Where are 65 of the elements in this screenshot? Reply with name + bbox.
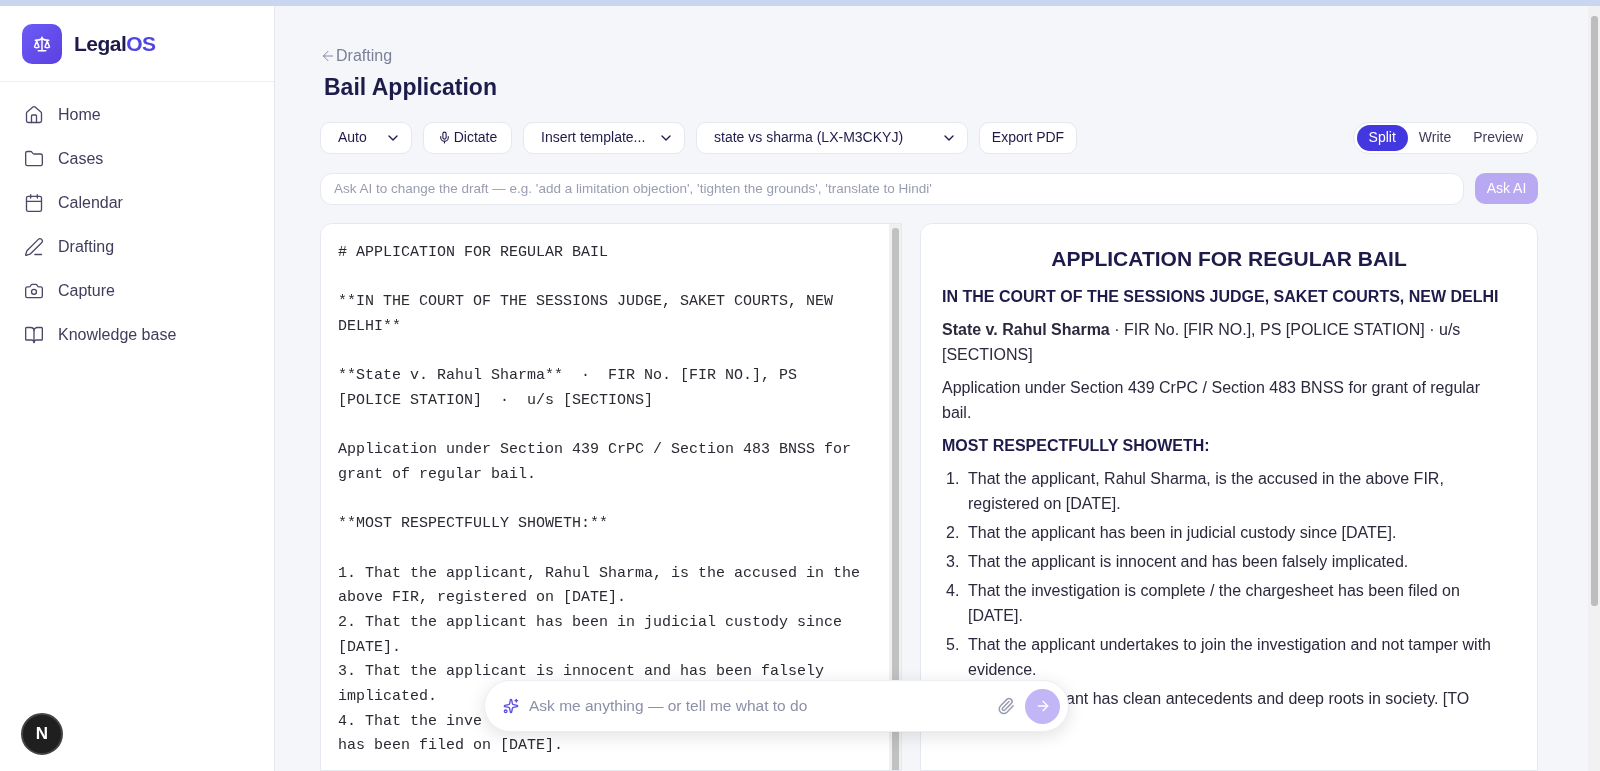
code-line: Application under Section 439 CrPC / Section 483 BNSS for	[338, 440, 852, 461]
code-line: **State v. Rahul Sharma** · FIR No. [FIR NO.], PS	[338, 366, 798, 386]
page-scrollbar-thumb[interactable]	[1590, 16, 1598, 606]
microphone-icon	[437, 131, 451, 144]
app-badge[interactable]: N	[21, 713, 63, 755]
scrollbar-thumb[interactable]	[891, 227, 899, 770]
calendar-icon	[24, 192, 44, 213]
dropdown[interactable]: Auto	[320, 121, 412, 154]
nav-item[interactable]: Drafting	[24, 229, 250, 264]
book-icon	[24, 324, 44, 345]
list-item: ant has clean antecedents and deep roots in society. [TO	[1066, 688, 1470, 709]
logo-icon	[22, 23, 62, 64]
view-tab[interactable]: Preview	[1462, 124, 1534, 151]
toolbar-button[interactable]: Export PDF	[979, 121, 1077, 154]
sparkle-icon	[503, 698, 519, 714]
preview-paragraph: State v. Rahul Sharma · FIR No. [FIR NO.], PS [POLICE STATION] · u/s [SECTIONS]	[942, 319, 1462, 365]
folder-icon	[24, 148, 44, 169]
code-line: DELHI**	[338, 316, 401, 337]
list-number: 2.	[946, 522, 961, 543]
preview-title: APPLICATION FOR REGULAR BAIL	[1050, 245, 1408, 271]
list-number: 1.	[946, 468, 961, 489]
pen-icon	[24, 236, 44, 257]
view-tab[interactable]: Split	[1356, 124, 1408, 151]
nav-item[interactable]: Calendar	[24, 185, 250, 220]
view-tab[interactable]: Write	[1407, 124, 1463, 151]
code-line: # APPLICATION FOR REGULAR BAIL	[338, 242, 609, 263]
code-line: **MOST RESPECTFULLY SHOWETH:**	[338, 514, 609, 535]
list-item: That the applicant, Rahul Sharma, is the accused in the above FIR, registered on [DATE].	[968, 468, 1445, 514]
list-number: 3.	[946, 551, 961, 572]
code-line: **IN THE COURT OF THE SESSIONS JUDGE, SAKET COURTS, NEW	[338, 291, 834, 312]
code-line: 3. That the applicant is innocent and has been falsely	[338, 662, 825, 683]
toolbar-button[interactable]: Dictate	[423, 121, 512, 154]
list-item: That the applicant undertakes to join the investigation and not tamper with evidence.	[968, 634, 1492, 680]
page-title: Bail Application	[324, 73, 497, 102]
code-line: 2. That the applicant has been in judicial custody since	[338, 612, 843, 633]
code-line: implicated.	[338, 687, 438, 708]
send-button[interactable]	[1025, 688, 1060, 724]
nav-item[interactable]: Knowledge base	[24, 317, 250, 352]
list-item: That the applicant has been in judicial custody since [DATE].	[968, 522, 1398, 543]
nav-item[interactable]: Home	[24, 97, 250, 132]
preview-paragraph: Application under Section 439 CrPC / Section 483 BNSS for grant of regular bail.	[942, 377, 1482, 423]
preview-heading: IN THE COURT OF THE SESSIONS JUDGE, SAKET COURTS, NEW DELHI	[942, 286, 1500, 307]
code-line: [POLICE STATION] · u/s [SECTIONS]	[338, 390, 654, 411]
code-line: 4. That the inve	[338, 711, 483, 732]
code-line: has been filed on [DATE].	[338, 736, 564, 757]
list-item: That the applicant is innocent and has been falsely implicated.	[968, 551, 1410, 572]
chat-input[interactable]: Ask me anything — or tell me what to do	[529, 694, 987, 718]
editor-panel[interactable]	[320, 222, 902, 771]
back-link[interactable]: Drafting	[320, 44, 393, 68]
dropdown[interactable]: state vs sharma (LX-M3CKYJ)	[696, 121, 968, 154]
nav-item[interactable]: Cases	[24, 141, 250, 176]
code-line: grant of regular bail.	[338, 464, 537, 485]
list-number: 5.	[946, 634, 961, 655]
preview-heading: MOST RESPECTFULLY SHOWETH:	[942, 435, 1211, 456]
code-line: 1. That the applicant, Rahul Sharma, is the accused in the	[338, 563, 861, 584]
paperclip-icon[interactable]	[997, 697, 1015, 715]
dropdown[interactable]: Insert template...	[523, 121, 685, 154]
list-number: 4.	[946, 580, 961, 601]
nav-item[interactable]: Capture	[24, 273, 250, 308]
code-line: above FIR, registered on [DATE].	[338, 588, 627, 609]
brand-name: LegalOS	[74, 30, 156, 57]
home-icon	[24, 104, 44, 125]
code-line: [DATE].	[338, 637, 401, 658]
back-arrow-icon	[320, 48, 336, 64]
list-item: That the investigation is complete / the chargesheet has been filed on [DATE].	[968, 580, 1461, 626]
